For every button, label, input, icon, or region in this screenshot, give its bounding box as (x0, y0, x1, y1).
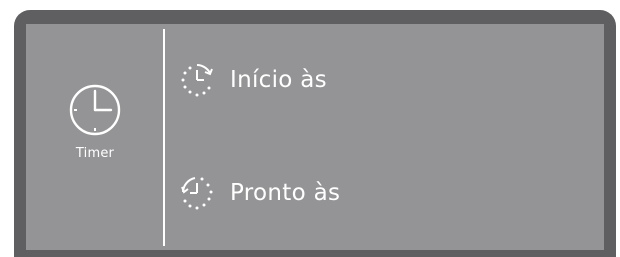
timer-panel[interactable]: Timer (26, 24, 164, 250)
panel-divider (163, 29, 165, 246)
timer-label: Timer (75, 146, 115, 161)
start-time-icon (181, 64, 213, 97)
display-screen: Timer Início às Pronto às (26, 24, 604, 250)
menu-item-ready-at[interactable]: Pronto às (178, 161, 588, 225)
clock-icon (69, 84, 121, 136)
start-at-label: Início às (230, 67, 327, 93)
menu-item-start-at[interactable]: Início às (178, 48, 588, 112)
ready-time-icon (181, 177, 213, 210)
ready-at-label: Pronto às (230, 180, 341, 206)
